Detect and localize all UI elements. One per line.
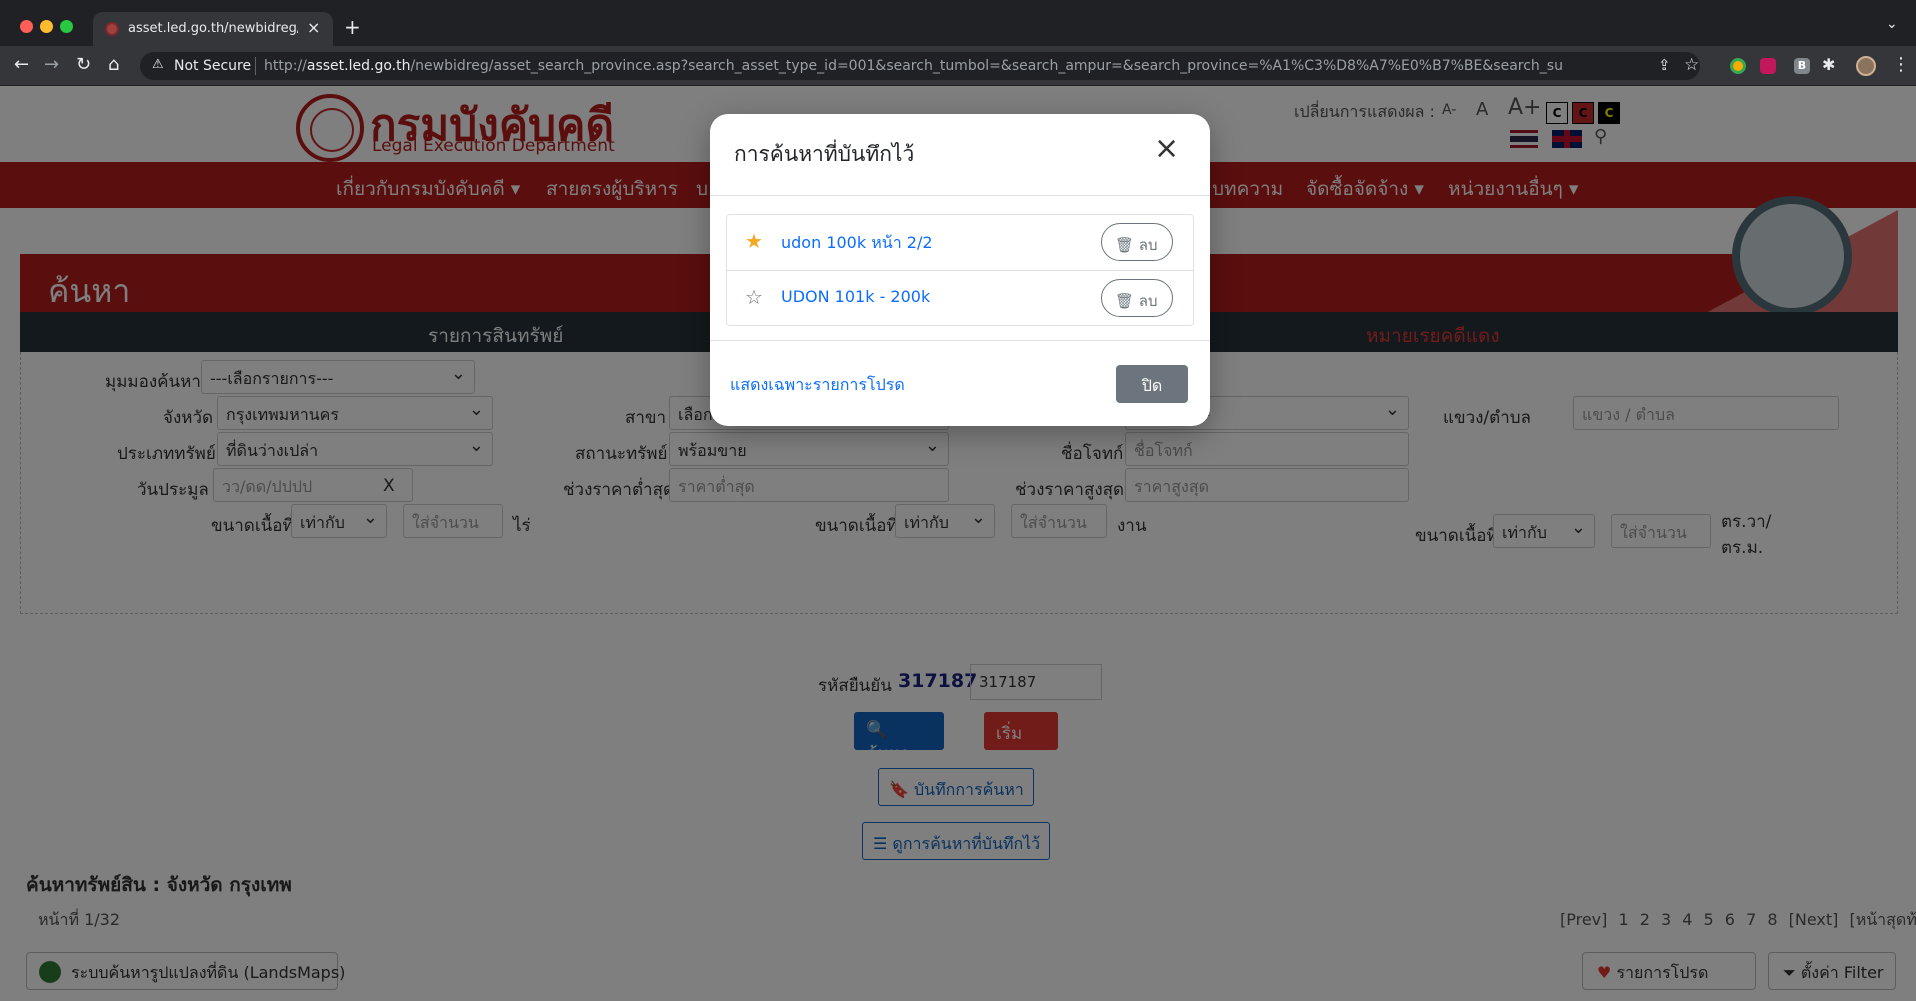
tab-search-chevron-icon[interactable]: ⌄ — [1886, 16, 1898, 32]
close-button[interactable]: ปิด — [1116, 365, 1188, 403]
close-icon[interactable]: × — [1154, 134, 1179, 164]
url-path: /newbidreg/asset_search_province.asp?sea… — [410, 58, 1564, 74]
star-filled-icon[interactable]: ★ — [745, 229, 763, 253]
share-icon[interactable]: ⇪ — [1658, 56, 1671, 74]
site-favicon-icon — [105, 22, 119, 36]
url-scheme: http:// — [264, 58, 307, 74]
address-divider — [255, 57, 256, 75]
modal-footer: แสดงเฉพาะรายการโปรด ปิด — [710, 340, 1210, 426]
forward-arrow-icon[interactable]: → — [44, 54, 59, 75]
saved-searches-modal: การค้นหาที่บันทึกไว้ × ★ udon 100k หน้า … — [710, 114, 1210, 426]
saved-search-item: ★ udon 100k หน้า 2/2 🗑 ลบ — [727, 215, 1193, 270]
delete-saved-search-button[interactable]: 🗑 ลบ — [1101, 223, 1173, 261]
browser-window: asset.led.go.th/newbidreg/asse × + ⌄ ← →… — [0, 0, 1916, 1001]
tab-title: asset.led.go.th/newbidreg/asse — [128, 21, 298, 36]
tab-bar: asset.led.go.th/newbidreg/asse × + ⌄ — [0, 0, 1916, 46]
extension-pink-icon[interactable] — [1760, 58, 1776, 74]
url-host: asset.led.go.th — [306, 58, 411, 74]
back-arrow-icon[interactable]: ← — [14, 54, 29, 75]
new-tab-button[interactable]: + — [344, 15, 361, 39]
saved-search-list: ★ udon 100k หน้า 2/2 🗑 ลบ ☆ UDON 101k - … — [726, 214, 1194, 326]
browser-toolbar: ← → ↻ ⌂ ⚠ Not Secure http://asset.led.go… — [0, 46, 1916, 86]
show-favorites-only-link[interactable]: แสดงเฉพาะรายการโปรด — [730, 373, 905, 398]
not-secure-label[interactable]: Not Secure — [174, 58, 251, 74]
saved-search-link[interactable]: UDON 101k - 200k — [781, 287, 930, 306]
profile-avatar[interactable] — [1856, 56, 1876, 76]
extensions-puzzle-icon[interactable]: ✱ — [1822, 55, 1835, 74]
delete-saved-search-button[interactable]: 🗑 ลบ — [1101, 279, 1173, 317]
address-bar[interactable]: ⚠ Not Secure http://asset.led.go.th/newb… — [140, 52, 1700, 80]
extension-color-icon[interactable] — [1730, 58, 1746, 74]
minimize-window-button[interactable] — [40, 20, 53, 33]
star-outline-icon[interactable]: ☆ — [745, 285, 763, 309]
reload-icon[interactable]: ↻ — [76, 54, 91, 75]
bookmark-star-icon[interactable]: ☆ — [1684, 55, 1699, 75]
home-icon[interactable]: ⌂ — [108, 54, 119, 75]
url-text[interactable]: http://asset.led.go.th/newbidreg/asset_s… — [264, 58, 1564, 74]
extension-b-icon[interactable]: B — [1794, 58, 1810, 74]
saved-search-item: ☆ UDON 101k - 200k 🗑 ลบ — [727, 270, 1193, 325]
browser-menu-icon[interactable]: ⋮ — [1892, 54, 1910, 75]
close-window-button[interactable] — [20, 20, 33, 33]
tab-close-icon[interactable]: × — [307, 18, 320, 37]
web-page: กรมบังคับคดี Legal Execution Department … — [0, 86, 1916, 1001]
saved-search-link[interactable]: udon 100k หน้า 2/2 — [781, 231, 933, 256]
modal-title: การค้นหาที่บันทึกไว้ — [734, 142, 915, 166]
maximize-window-button[interactable] — [60, 20, 73, 33]
warning-triangle-icon[interactable]: ⚠ — [152, 57, 164, 72]
browser-tab[interactable]: asset.led.go.th/newbidreg/asse × — [93, 12, 333, 46]
modal-header: การค้นหาที่บันทึกไว้ × — [710, 114, 1210, 196]
